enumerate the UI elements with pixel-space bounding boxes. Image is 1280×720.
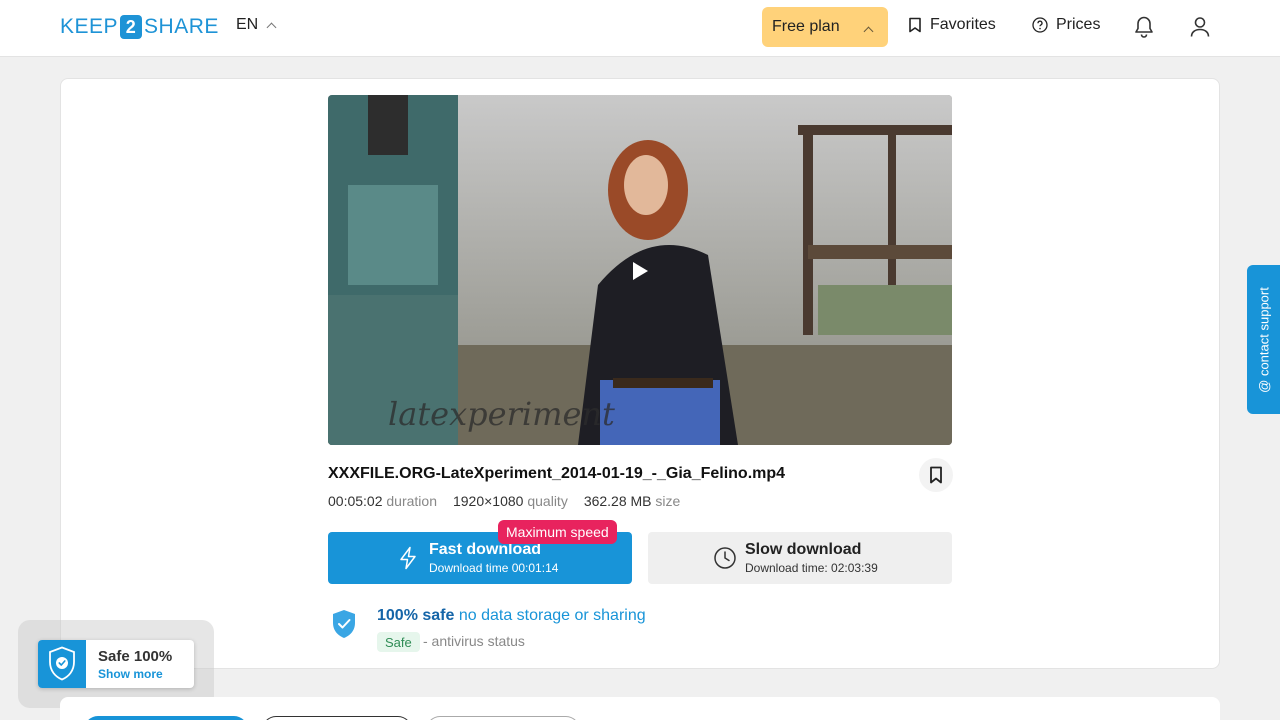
play-icon[interactable]: [633, 262, 648, 280]
prices-label: Prices: [1056, 16, 1101, 33]
chevron-up-icon: [863, 26, 874, 37]
shield-check-icon: [333, 610, 355, 638]
file-name: XXXFILE.ORG-LateXperiment_2014-01-19_-_G…: [328, 465, 786, 482]
bookmark-icon: [930, 466, 942, 484]
safety-headline: 100% safe no data storage or sharing: [377, 607, 646, 625]
safe-widget-link[interactable]: Show more: [98, 667, 163, 681]
slow-download-time: Download time: 02:03:39: [745, 561, 878, 575]
duration-value: 00:05:02: [328, 493, 383, 509]
favorites-link[interactable]: Favorites: [908, 16, 996, 34]
tab-3[interactable]: [426, 716, 580, 720]
tab-2[interactable]: [262, 716, 412, 720]
safe-widget-icon-box: [38, 640, 86, 688]
file-size: 362.28 MB size: [584, 493, 681, 509]
tab-1[interactable]: [84, 716, 248, 720]
language-selector[interactable]: EN: [236, 16, 277, 34]
language-label: EN: [236, 16, 259, 33]
shield-check-icon: [49, 646, 75, 681]
chevron-up-icon: [266, 22, 277, 33]
safe-widget-title: Safe 100%: [98, 648, 173, 665]
maximum-speed-badge: Maximum speed: [498, 520, 617, 544]
antivirus-status-text: - antivirus status: [423, 633, 525, 649]
favorites-label: Favorites: [930, 16, 996, 33]
add-to-favorites-button[interactable]: [919, 458, 953, 492]
fast-download-time: Download time 00:01:14: [429, 561, 559, 575]
safe-widget[interactable]: Safe 100% Show more: [38, 640, 194, 688]
logo-text-2: 2: [120, 15, 143, 39]
free-plan-button[interactable]: Free plan: [762, 7, 888, 47]
safety-headline-bold: 100% safe: [377, 607, 455, 624]
video-watermark: latexperiment: [388, 395, 615, 433]
bookmark-icon: [909, 17, 921, 33]
size-label: size: [655, 493, 681, 509]
quality-value: 1920×1080: [452, 493, 524, 509]
slow-download-title: Slow download: [745, 541, 862, 558]
keep2share-logo[interactable]: KEEP 2 SHARE: [60, 14, 219, 40]
prices-link[interactable]: Prices: [1032, 16, 1100, 34]
logo-text-keep: KEEP: [60, 15, 119, 38]
user-icon[interactable]: [1189, 15, 1211, 39]
quality-label: quality: [527, 493, 568, 509]
duration-label: duration: [386, 493, 437, 509]
file-meta: 00:05:02 duration 1920×1080 quality 362.…: [328, 493, 680, 509]
size-value: 362.28 MB: [583, 493, 652, 509]
free-plan-label: Free plan: [772, 18, 840, 35]
contact-support-tab[interactable]: @ contact support: [1247, 265, 1280, 414]
safety-headline-rest: no data storage or sharing: [458, 607, 646, 624]
file-quality: 1920×1080 quality: [453, 493, 568, 509]
file-duration: 00:05:02 duration: [328, 493, 437, 509]
antivirus-status-badge: Safe: [377, 632, 420, 652]
logo-text-share: SHARE: [144, 15, 219, 38]
lightning-icon: [400, 546, 416, 570]
contact-support-label: @ contact support: [1256, 286, 1271, 393]
clock-icon: [714, 547, 736, 569]
bell-icon[interactable]: [1133, 15, 1155, 39]
help-circle-icon: [1032, 17, 1048, 33]
slow-download-button[interactable]: Slow download Download time: 02:03:39: [648, 532, 952, 584]
top-header: KEEP 2 SHARE EN Free plan Favorites Pric…: [0, 0, 1280, 57]
